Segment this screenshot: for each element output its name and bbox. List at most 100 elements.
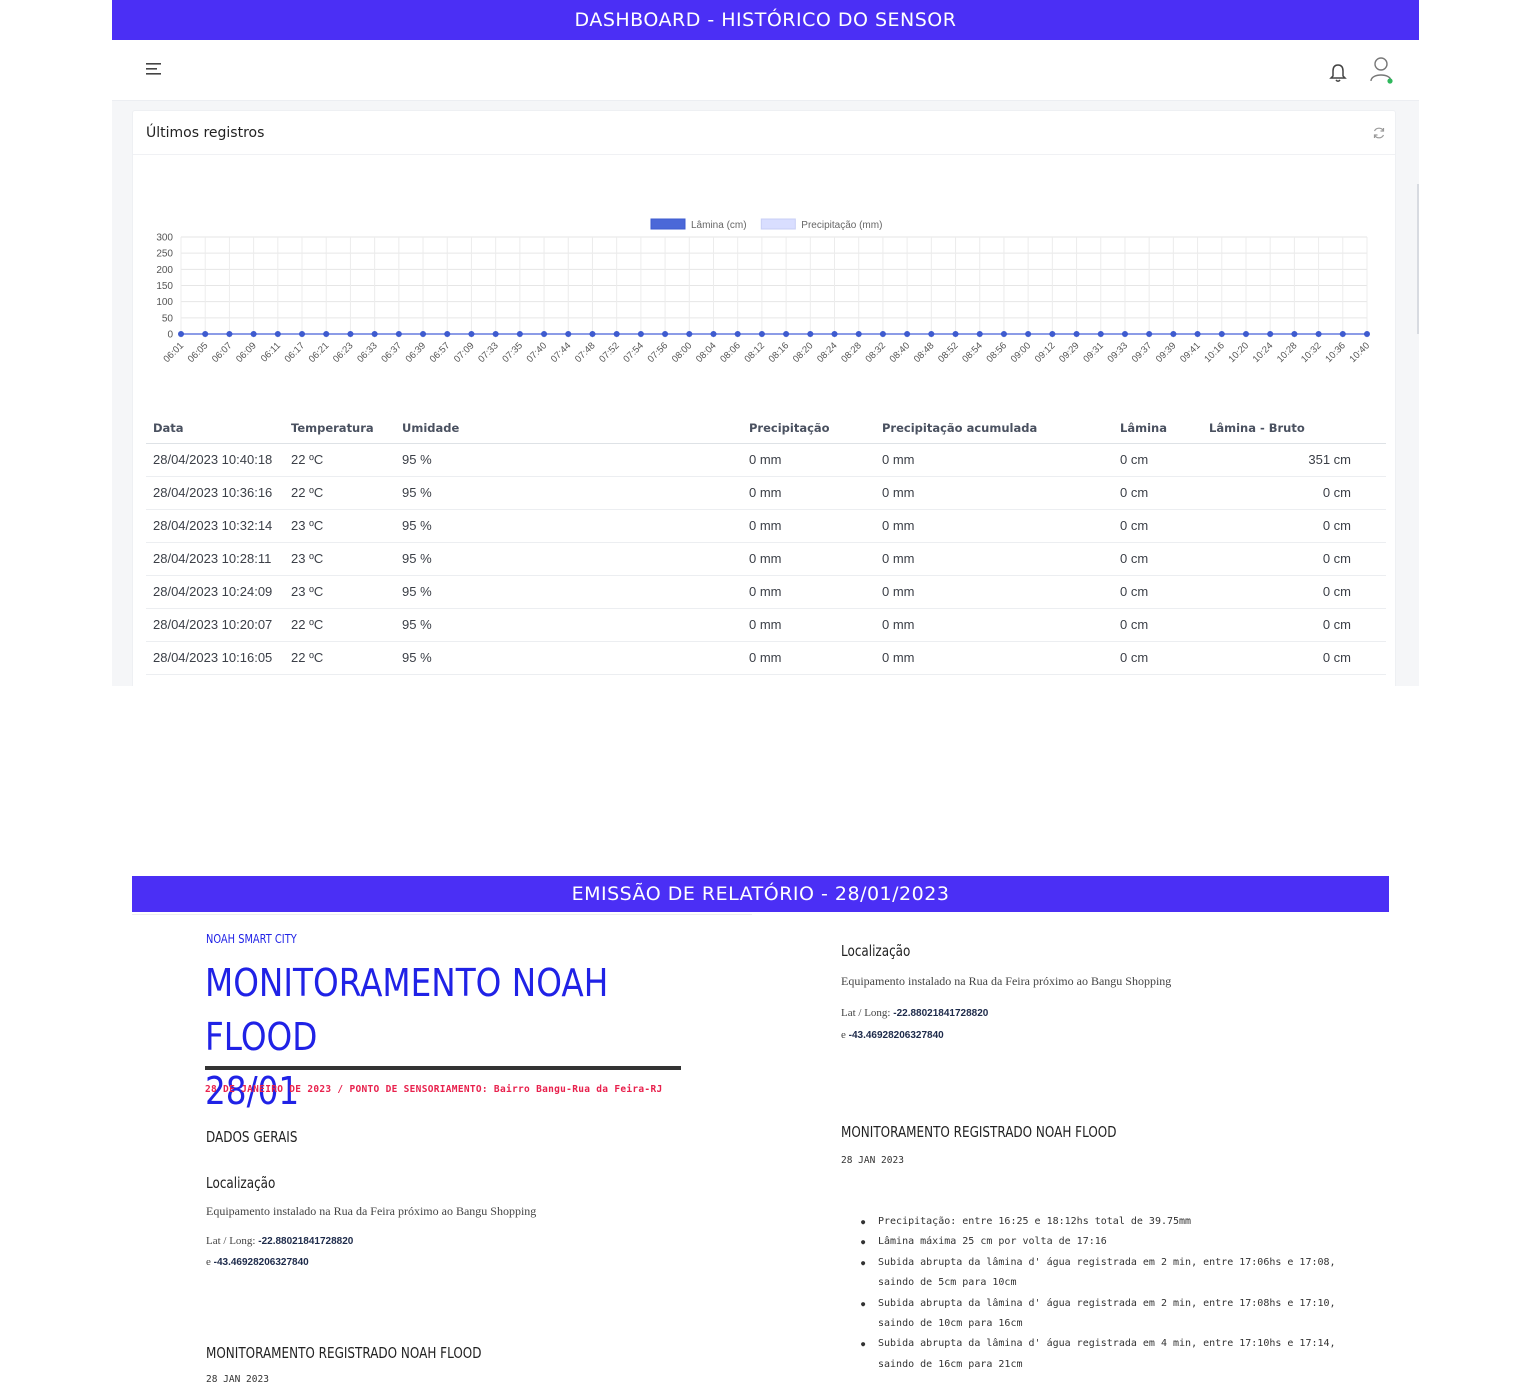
- menu-icon[interactable]: [146, 62, 162, 76]
- x-tick-label: 08:48: [912, 340, 937, 365]
- table-cell: 0 mm: [875, 476, 1113, 510]
- table-cell: 0 mm: [875, 509, 1113, 543]
- table-cell: 0 mm: [742, 608, 875, 642]
- x-tick-label: 10:24: [1251, 340, 1276, 365]
- y-tick-label: 250: [156, 249, 173, 260]
- data-point: [492, 331, 499, 337]
- monitor-date-right: 28 JAN 2023: [841, 1155, 904, 1166]
- x-tick-label: 07:09: [452, 340, 477, 365]
- table-cell: 0 cm: [1113, 476, 1202, 510]
- sensor-history-chart: Lâmina (cm) Precipitação (mm) 0 50 100 150 200…: [156, 218, 1373, 365]
- monitor-heading: MONITORAMENTO REGISTRADO NOAH FLOOD: [206, 1344, 482, 1362]
- x-tick-label: 10:40: [1348, 340, 1373, 365]
- x-tick-label: 08:20: [791, 340, 816, 365]
- x-tick-label: 06:01: [162, 340, 187, 365]
- scrollbar[interactable]: [1417, 184, 1419, 334]
- table-row: 28/04/2023 10:20:07 22 ºC 95 % 0 mm 0 mm 0 cm…: [146, 608, 1386, 642]
- longitude-line: e -43.46928206327840: [206, 1256, 309, 1268]
- card-header: Últimos registros: [133, 111, 1395, 155]
- location-heading: Localização: [206, 1174, 276, 1192]
- data-point: [541, 331, 548, 337]
- table-row: 28/04/2023 10:28:11 23 ºC 95 % 0 mm 0 mm 0 cm…: [146, 542, 1386, 576]
- table-cell: 0 mm: [875, 443, 1113, 477]
- table-cell: 95 %: [395, 575, 742, 609]
- table-cell: 0 cm: [1113, 509, 1202, 543]
- table-cell: 22 ºC: [284, 476, 395, 510]
- table-cell: 0 cm: [1202, 608, 1386, 642]
- x-tick-label: 07:40: [525, 340, 550, 365]
- y-tick-label: 50: [162, 313, 174, 324]
- x-tick-label: 08:52: [936, 340, 961, 365]
- table-cell: 95 %: [395, 608, 742, 642]
- data-point: [565, 331, 572, 337]
- x-tick-label: 08:24: [815, 340, 840, 365]
- user-icon[interactable]: [1369, 55, 1395, 85]
- x-tick-label: 10:28: [1275, 340, 1300, 365]
- x-tick-label: 08:54: [960, 340, 985, 365]
- legend-label: Lâmina (cm): [691, 220, 747, 231]
- table-cell: 0 mm: [742, 641, 875, 675]
- x-tick-label: 06:11: [259, 340, 283, 364]
- monitoring-bullets: Precipitação: entre 16:25 e 18:12hs tota…: [861, 1212, 1341, 1375]
- col-header-humidity: Umidade: [395, 413, 742, 444]
- data-point: [589, 331, 596, 337]
- table-cell: 0 cm: [1113, 542, 1202, 576]
- table-cell: 0 mm: [742, 542, 875, 576]
- top-navbar: [112, 40, 1419, 101]
- table-cell: 28/04/2023 10:28:11: [146, 542, 284, 576]
- x-tick-label: 09:41: [1178, 340, 1203, 365]
- data-point: [1242, 331, 1249, 337]
- data-point: [686, 331, 693, 337]
- and-label: e: [206, 1256, 211, 1268]
- table-cell: 0 mm: [742, 509, 875, 543]
- x-tick-label: 09:37: [1130, 340, 1155, 365]
- x-tick-label: 06:17: [283, 340, 308, 365]
- monitor-heading-right: MONITORAMENTO REGISTRADO NOAH FLOOD: [841, 1123, 1117, 1141]
- x-tick-label: 08:06: [718, 340, 743, 365]
- data-point: [347, 331, 354, 337]
- data-point: [371, 331, 378, 337]
- table-cell: 28/04/2023 10:16:05: [146, 641, 284, 675]
- data-point: [1073, 331, 1080, 337]
- table-cell: 0 mm: [875, 575, 1113, 609]
- x-tick-label: 08:04: [694, 340, 719, 365]
- data-point: [1194, 331, 1201, 337]
- table-cell: 28/04/2023 10:24:09: [146, 575, 284, 609]
- table-header-row: Data Temperatura Umidade Precipitação Pr…: [146, 413, 1386, 444]
- title-rule: [205, 1066, 681, 1070]
- legend-swatch: [760, 218, 796, 230]
- table-cell: 28/04/2023 10:32:14: [146, 509, 284, 543]
- data-point: [904, 331, 911, 337]
- table-cell: 95 %: [395, 641, 742, 675]
- col-header-lamina-raw: Lâmina - Bruto: [1202, 413, 1386, 444]
- x-tick-label: 08:00: [670, 340, 695, 365]
- table-cell: 23 ºC: [284, 509, 395, 543]
- x-tick-label: 10:36: [1323, 340, 1348, 365]
- table-cell: 0 cm: [1113, 641, 1202, 675]
- x-tick-label: 08:28: [839, 340, 864, 365]
- x-tick-label: 06:07: [210, 340, 235, 365]
- data-point: [468, 331, 475, 337]
- y-tick-label: 300: [156, 233, 173, 244]
- col-header-date: Data: [146, 413, 284, 444]
- data-point: [855, 331, 862, 337]
- table-cell: 0 mm: [742, 443, 875, 477]
- x-tick-label: 09:12: [1033, 340, 1058, 365]
- data-point: [1339, 331, 1346, 337]
- data-point: [952, 331, 959, 337]
- table-cell: 28/04/2023 10:40:18: [146, 443, 284, 477]
- x-tick-label: 09:00: [1009, 340, 1034, 365]
- table-cell: 95 %: [395, 476, 742, 510]
- bell-icon[interactable]: [1328, 62, 1348, 84]
- monitor-date: 28 JAN 2023: [206, 1374, 269, 1385]
- data-point: [274, 331, 281, 337]
- legend-swatch: [650, 218, 686, 230]
- divider: [132, 914, 752, 915]
- table-cell: 0 cm: [1202, 509, 1386, 543]
- data-point: [1049, 331, 1056, 337]
- table-cell: 0 mm: [742, 575, 875, 609]
- location-text-right: Equipamento instalado na Rua da Feira pr…: [841, 974, 1172, 988]
- refresh-icon[interactable]: [1372, 126, 1386, 140]
- data-point: [807, 331, 814, 337]
- table-row: 28/04/2023 10:40:18 22 ºC 95 % 0 mm 0 mm 0 cm…: [146, 443, 1386, 477]
